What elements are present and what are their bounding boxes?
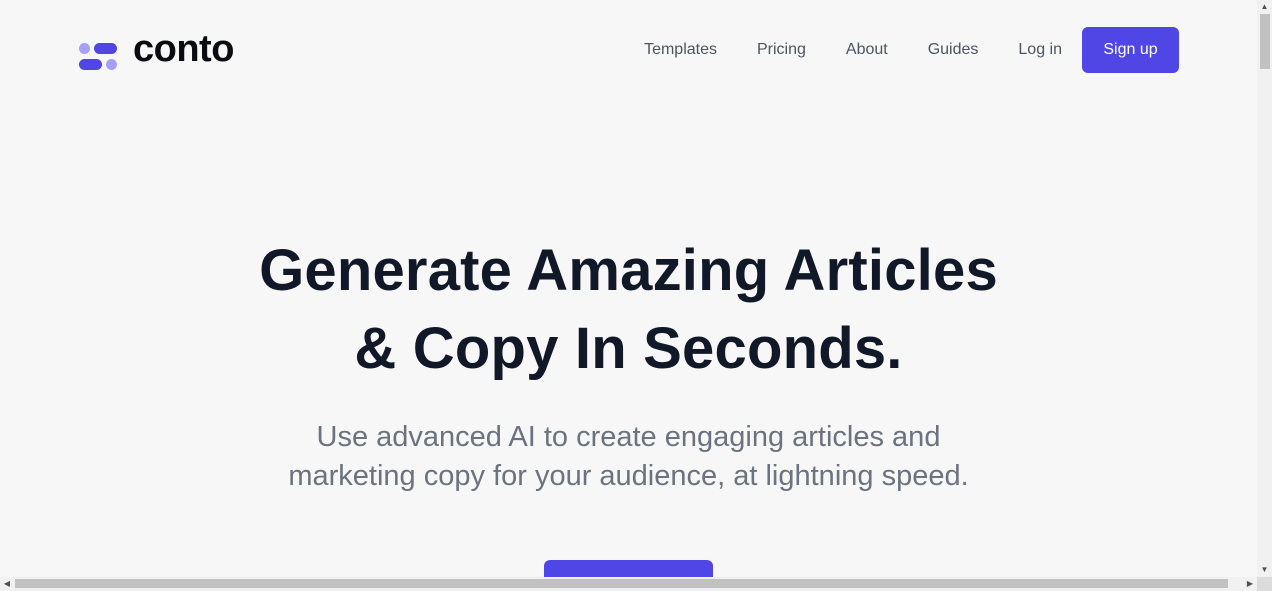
horizontal-scrollbar-thumb[interactable] (15, 579, 1228, 588)
triangle-up-icon[interactable]: ▲ (1257, 0, 1272, 14)
nav-link-templates[interactable]: Templates (644, 27, 717, 73)
logo-bar (94, 43, 117, 54)
scrollbar-corner (1257, 577, 1272, 591)
nav-link-guides[interactable]: Guides (928, 27, 979, 73)
login-link[interactable]: Log in (1018, 27, 1062, 73)
logo-bar (79, 59, 102, 70)
cta-button[interactable] (544, 560, 713, 577)
hero-title-line: & Copy In Seconds. (354, 316, 903, 381)
hero-subtitle-line: Use advanced AI to create engaging artic… (316, 421, 941, 453)
hero-subtitle: Use advanced AI to create engaging artic… (0, 418, 1257, 496)
vertical-scrollbar[interactable]: ▲ ▼ (1257, 0, 1272, 577)
logo-link[interactable]: conto (79, 28, 234, 70)
hero-title: Generate Amazing Articles & Copy In Seco… (0, 232, 1257, 388)
nav-link-about[interactable]: About (846, 27, 888, 73)
triangle-right-icon[interactable]: ▶ (1243, 577, 1257, 591)
page: conto Templates Pricing About Guides Log… (0, 0, 1257, 577)
signup-button[interactable]: Sign up (1082, 27, 1179, 73)
triangle-down-icon[interactable]: ▼ (1257, 563, 1272, 577)
vertical-scrollbar-thumb[interactable] (1260, 14, 1270, 69)
hero-title-line: Generate Amazing Articles (259, 238, 998, 303)
triangle-left-icon[interactable]: ◀ (0, 577, 14, 591)
main-nav: Templates Pricing About Guides Log in Si… (644, 27, 1179, 73)
logo-dot (79, 43, 90, 54)
horizontal-scrollbar[interactable]: ◀ ▶ (0, 577, 1257, 591)
brand-name: conto (133, 28, 234, 70)
logo-dot (106, 59, 117, 70)
nav-link-pricing[interactable]: Pricing (757, 27, 806, 73)
logo-mark-icon (79, 34, 119, 70)
site-header: conto Templates Pricing About Guides Log… (0, 0, 1257, 100)
hero-subtitle-line: marketing copy for your audience, at lig… (288, 460, 969, 492)
